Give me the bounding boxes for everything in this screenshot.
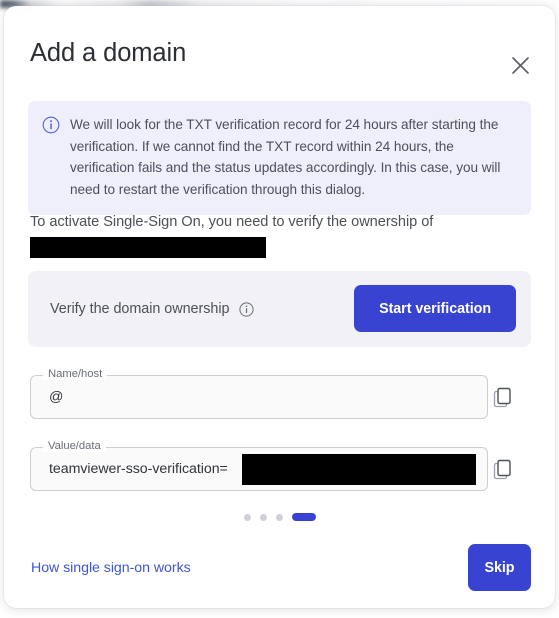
copy-icon[interactable] — [491, 385, 515, 411]
step-dot-4[interactable] — [291, 513, 316, 521]
info-banner: We will look for the TXT verification re… — [28, 101, 531, 215]
redacted-verification-token — [242, 454, 476, 485]
info-circle-icon[interactable] — [239, 301, 255, 317]
info-banner-text: We will look for the TXT verification re… — [70, 117, 501, 197]
name-host-label: Name/host — [43, 368, 108, 380]
step-dot-1[interactable] — [243, 513, 251, 521]
verify-ownership-label: Verify the domain ownership — [50, 301, 230, 317]
activate-description-text: To activate Single-Sign On, you need to … — [30, 214, 434, 230]
value-data-field-row: Value/data teamviewer-sso-verification= — [30, 440, 535, 491]
dialog-header: Add a domain — [4, 6, 555, 96]
step-dot-3[interactable] — [275, 513, 283, 521]
step-indicator — [4, 513, 555, 521]
redacted-domain-name — [30, 237, 266, 258]
name-host-value: @ — [49, 389, 64, 405]
value-data-label: Value/data — [43, 440, 106, 452]
skip-button[interactable]: Skip — [468, 544, 531, 591]
close-icon[interactable] — [504, 49, 536, 81]
info-circle-icon — [42, 116, 60, 134]
verify-ownership-panel: Verify the domain ownership Start verifi… — [28, 271, 531, 347]
name-host-input[interactable]: Name/host @ — [30, 368, 488, 419]
add-domain-dialog: Add a domain We will look for the TXT ve… — [4, 6, 555, 608]
value-data-input[interactable]: Value/data teamviewer-sso-verification= — [30, 440, 488, 491]
activate-description: To activate Single-Sign On, you need to … — [30, 211, 535, 258]
page-title: Add a domain — [30, 39, 187, 67]
copy-icon[interactable] — [491, 457, 515, 483]
how-sso-works-link[interactable]: How single sign-on works — [31, 560, 191, 576]
step-dot-2[interactable] — [259, 513, 267, 521]
start-verification-button[interactable]: Start verification — [354, 285, 516, 332]
name-host-field-row: Name/host @ — [30, 368, 535, 419]
value-data-value: teamviewer-sso-verification= — [49, 461, 228, 477]
